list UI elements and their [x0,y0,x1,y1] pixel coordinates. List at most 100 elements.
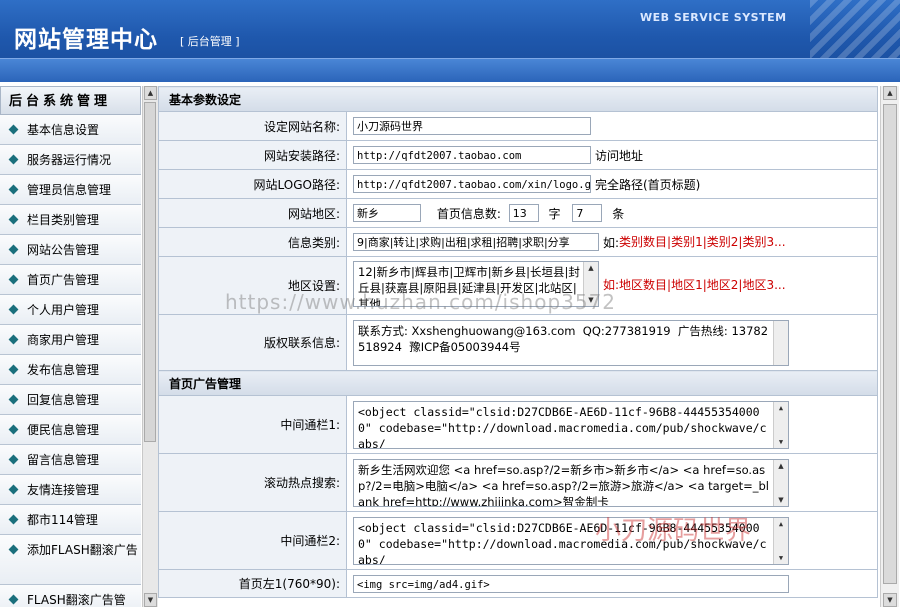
menu-label: 都市114管理 [27,513,98,527]
menu-label: 便民信息管理 [27,423,100,437]
sidebar-item-add-flash-ad[interactable]: 添加FLASH翻滚广告 [0,535,141,585]
row-region: 网站地区: 新乡 首页信息数: 13 字 7 条 [158,198,878,228]
main-scroll-thumb[interactable] [883,104,897,584]
site-url-label: 网站安装路径: [158,140,347,170]
diamond-bullet-icon [8,184,19,195]
scroll-up-icon[interactable]: ▲ [584,262,598,274]
menu-label: 个人用户管理 [27,303,100,317]
mid2-label: 中间通栏2: [158,511,347,570]
category-hint: 类别数目|类别1|类别2|类别3... [619,234,786,249]
site-url-input[interactable]: http://qfdt2007.taobao.com [353,146,591,164]
mid2-scrollbar[interactable]: ▲ ▼ [773,517,788,564]
decorative-grid [810,0,900,60]
char-unit: 字 [548,206,561,221]
copyright-textarea[interactable]: 联系方式: Xxshenghuowang@163.com QQ:27738191… [353,319,789,366]
row-site-url: 网站安装路径: http://qfdt2007.taobao.com 访问地址 [158,140,878,170]
scroll-up-icon[interactable]: ▲ [774,460,788,472]
scroll-up-icon[interactable]: ▲ [774,402,788,414]
scroll-up-icon[interactable]: ▲ [774,518,788,530]
sidebar-scrollbar[interactable]: ▲ ▼ [142,86,158,607]
scroll-down-icon[interactable]: ▼ [774,494,788,506]
sidebar-item-home-ads[interactable]: 首页广告管理 [0,265,141,295]
copyright-scrollbar[interactable] [773,320,788,365]
sidebar-item-basic-settings[interactable]: 基本信息设置 [0,115,141,145]
sidebar-item-merchant-users[interactable]: 商家用户管理 [0,325,141,355]
row-category: 信息类别: 9|商家|转让|求购|出租|求租|招聘|求职|分享 如:类别数目|类别… [158,227,878,257]
site-name-input[interactable]: 小刀源码世界 [353,117,591,135]
item-count-input[interactable]: 7 [572,204,603,222]
mid1-text: <object classid="clsid:D27CDB6E-AE6D-11c… [358,404,767,449]
copyright-text: 联系方式: Xxshenghuowang@163.com QQ:27738191… [358,323,769,354]
diamond-bullet-icon [8,274,19,285]
diamond-bullet-icon [8,364,19,375]
main-scrollbar[interactable]: ▲ ▼ [880,86,899,607]
logo-note: 完全路径(首页标题) [595,177,701,192]
sidebar-heading: 后台系统管理 [0,86,141,115]
logo-input[interactable]: http://qfdt2007.taobao.com/xin/logo.gif [353,175,591,193]
region-input[interactable]: 新乡 [353,204,421,222]
scroll-down-arrow-icon[interactable]: ▼ [144,593,157,607]
category-hint-prefix: 如: [603,235,620,250]
sidebar-item-city114[interactable]: 都市114管理 [0,505,141,535]
menu-label: 发布信息管理 [27,363,100,377]
scroll-hot-textarea[interactable]: 新乡生活网欢迎您 <a href=so.asp?/2=新乡市>新乡市</a> <… [353,458,789,507]
menu-label: 友情连接管理 [27,483,100,497]
diamond-bullet-icon [8,514,19,525]
home-count-input[interactable]: 13 [508,204,539,222]
section-basic-title: 基本参数设定 [158,86,878,112]
row-mid2: 中间通栏2: <object classid="clsid:D27CDB6E-A… [158,511,878,570]
sidebar-item-admins[interactable]: 管理员信息管理 [0,175,141,205]
sidebar: 后台系统管理 基本信息设置 服务器运行情况 管理员信息管理 栏目类别管理 网站公… [0,86,141,607]
row-logo: 网站LOGO路径: http://qfdt2007.taobao.com/xin… [158,169,878,199]
mid1-scrollbar[interactable]: ▲ ▼ [773,401,788,448]
scroll-hot-label: 滚动热点搜索: [158,453,347,512]
left1-input[interactable]: <img src=img/ad4.gif> [353,574,789,593]
diamond-bullet-icon [8,454,19,465]
scroll-down-arrow-icon[interactable]: ▼ [883,593,897,607]
sidebar-item-personal-users[interactable]: 个人用户管理 [0,295,141,325]
sidebar-item-categories[interactable]: 栏目类别管理 [0,205,141,235]
row-scroll-hot: 滚动热点搜索: 新乡生活网欢迎您 <a href=so.asp?/2=新乡市>新… [158,453,878,512]
section-basic-row: 基本参数设定 [158,86,878,112]
scroll-down-icon[interactable]: ▼ [774,552,788,564]
menu-label: 基本信息设置 [27,123,100,137]
scroll-up-arrow-icon[interactable]: ▲ [883,86,897,100]
site-subtitle: [ 后台管理 ] [180,35,240,48]
sidebar-scroll-thumb[interactable] [144,102,156,442]
brand-watermark: 小刀源码世界 [595,516,752,546]
menu-label: 服务器运行情况 [27,153,112,167]
diamond-bullet-icon [8,244,19,255]
url-watermark: https://www.huzhan.com/ishop3572 [225,290,617,314]
header-banner: 网站管理中心 [ 后台管理 ] WEB SERVICE SYSTEM [0,0,900,82]
scroll-hot-scrollbar[interactable]: ▲ ▼ [773,459,788,506]
diamond-bullet-icon [8,424,19,435]
row-mid1: 中间通栏1: <object classid="clsid:D27CDB6E-A… [158,395,878,454]
row-left1: 首页左1(760*90): <img src=img/ad4.gif> [158,569,878,598]
sidebar-item-announcements[interactable]: 网站公告管理 [0,235,141,265]
scroll-hot-text: 新乡生活网欢迎您 <a href=so.asp?/2=新乡市>新乡市</a> <… [358,462,769,507]
menu-label: 商家用户管理 [27,333,100,347]
logo-label: 网站LOGO路径: [158,169,347,199]
mid1-label: 中间通栏1: [158,395,347,454]
diamond-bullet-icon [8,334,19,345]
mid1-textarea[interactable]: <object classid="clsid:D27CDB6E-AE6D-11c… [353,400,789,449]
sidebar-item-friend-links[interactable]: 友情连接管理 [0,475,141,505]
menu-label: 首页广告管理 [27,273,100,287]
diamond-bullet-icon [8,124,19,135]
section-ads-row: 首页广告管理 [158,370,878,396]
diamond-bullet-icon [8,484,19,495]
scroll-up-arrow-icon[interactable]: ▲ [144,86,157,100]
menu-label: 添加FLASH翻滚广告 [27,543,138,557]
category-input[interactable]: 9|商家|转让|求购|出租|求租|招聘|求职|分享 [353,233,599,252]
diamond-bullet-icon [8,394,19,405]
sidebar-item-replies[interactable]: 回复信息管理 [0,385,141,415]
sidebar-item-flash-ads[interactable]: FLASH翻滚广告管 [0,585,141,607]
system-name: WEB SERVICE SYSTEM [640,11,787,24]
sidebar-item-server-status[interactable]: 服务器运行情况 [0,145,141,175]
sidebar-item-messages[interactable]: 留言信息管理 [0,445,141,475]
site-url-note: 访问地址 [595,148,644,163]
menu-label: 留言信息管理 [27,453,100,467]
scroll-down-icon[interactable]: ▼ [774,436,788,448]
sidebar-item-convenience[interactable]: 便民信息管理 [0,415,141,445]
sidebar-item-posts[interactable]: 发布信息管理 [0,355,141,385]
